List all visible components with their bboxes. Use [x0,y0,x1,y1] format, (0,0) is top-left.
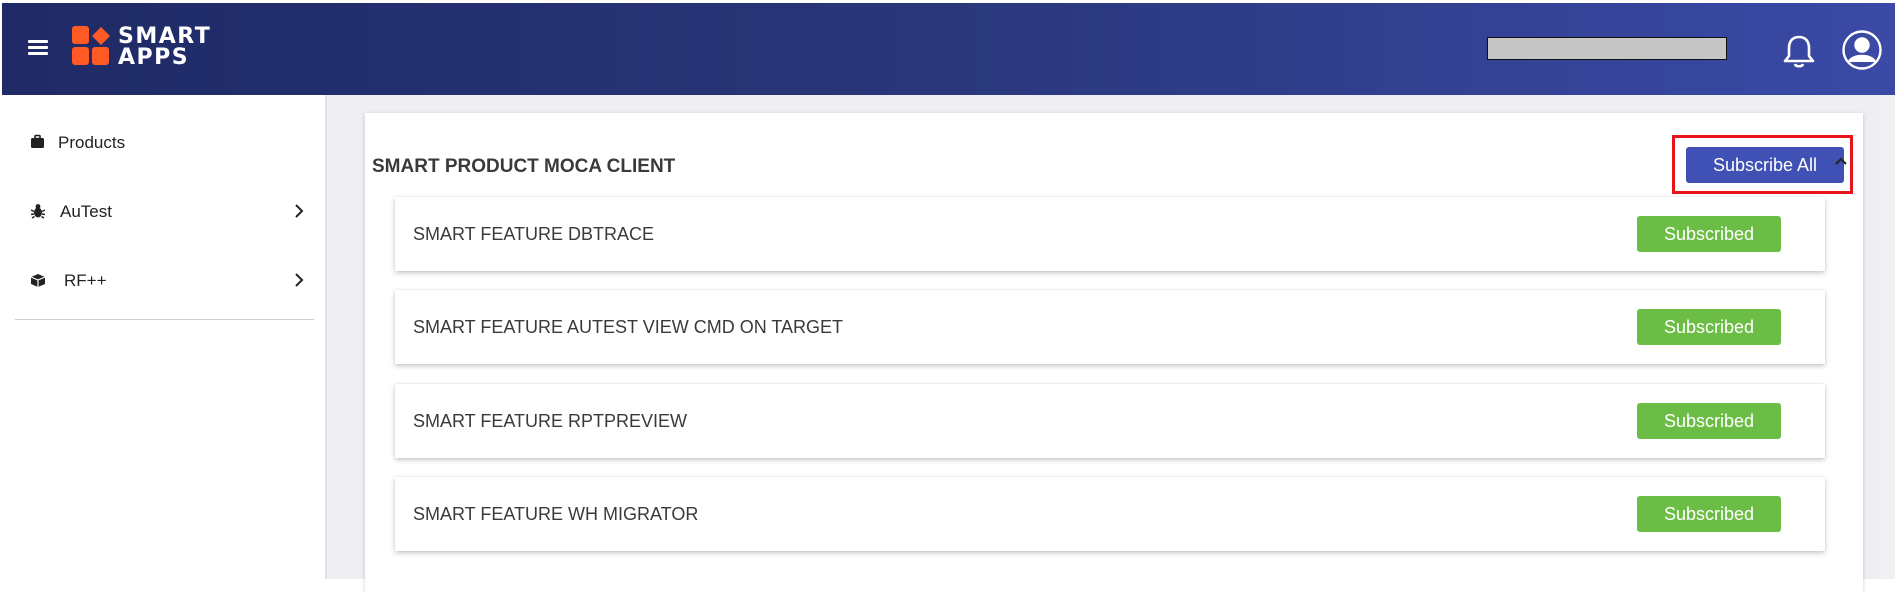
sidebar: Products AuTest RF++ [0,95,327,579]
briefcase-icon [31,134,44,148]
menu-icon[interactable] [26,37,50,61]
subscribed-button[interactable]: Subscribed [1637,403,1781,439]
feature-name: SMART FEATURE WH MIGRATOR [413,504,699,524]
sidebar-item-label: Products [58,133,126,152]
sidebar-item-autest[interactable]: AuTest [0,190,325,234]
subscribed-button[interactable]: Subscribed [1637,496,1781,532]
logo-mark-icon [72,26,110,65]
chevron-right-icon [295,273,304,287]
smart-apps-logo[interactable]: SMART APPS [72,26,210,72]
sidebar-item-rfpp[interactable]: RF++ [0,259,325,303]
feature-row: SMART FEATURE DBTRACE Subscribed [395,197,1825,271]
sidebar-divider [15,319,314,320]
sidebar-item-products[interactable]: Products [0,121,325,165]
chevron-up-icon[interactable] [1833,155,1849,167]
bug-icon [30,204,46,219]
feature-name: SMART FEATURE AUTEST VIEW CMD ON TARGET [413,317,844,337]
product-panel: SMART PRODUCT MOCA CLIENT Subscribe All … [365,113,1863,593]
sidebar-item-label: RF++ [64,271,107,290]
search-input[interactable] [1487,37,1727,60]
logo-text: SMART APPS [118,26,211,70]
main-content: SMART PRODUCT MOCA CLIENT Subscribe All … [327,95,1895,593]
box-icon [30,274,46,287]
user-avatar-icon[interactable] [1842,30,1882,75]
feature-name: SMART FEATURE DBTRACE [413,224,655,244]
subscribe-all-button[interactable]: Subscribe All [1686,147,1844,183]
vertical-scrollbar[interactable] [1880,95,1895,579]
feature-name: SMART FEATURE RPTPREVIEW [413,411,688,431]
subscribed-button[interactable]: Subscribed [1637,216,1781,252]
logo-line-2: APPS [118,45,190,70]
product-title: SMART PRODUCT MOCA CLIENT [372,156,676,177]
top-app-bar: SMART APPS [2,3,1895,95]
bell-icon[interactable] [1782,33,1816,74]
subscribed-button[interactable]: Subscribed [1637,309,1781,345]
chevron-right-icon [295,204,304,218]
feature-row: SMART FEATURE AUTEST VIEW CMD ON TARGET … [395,290,1825,364]
sidebar-item-label: AuTest [60,202,112,221]
feature-row: SMART FEATURE RPTPREVIEW Subscribed [395,384,1825,458]
feature-row: SMART FEATURE WH MIGRATOR Subscribed [395,477,1825,551]
